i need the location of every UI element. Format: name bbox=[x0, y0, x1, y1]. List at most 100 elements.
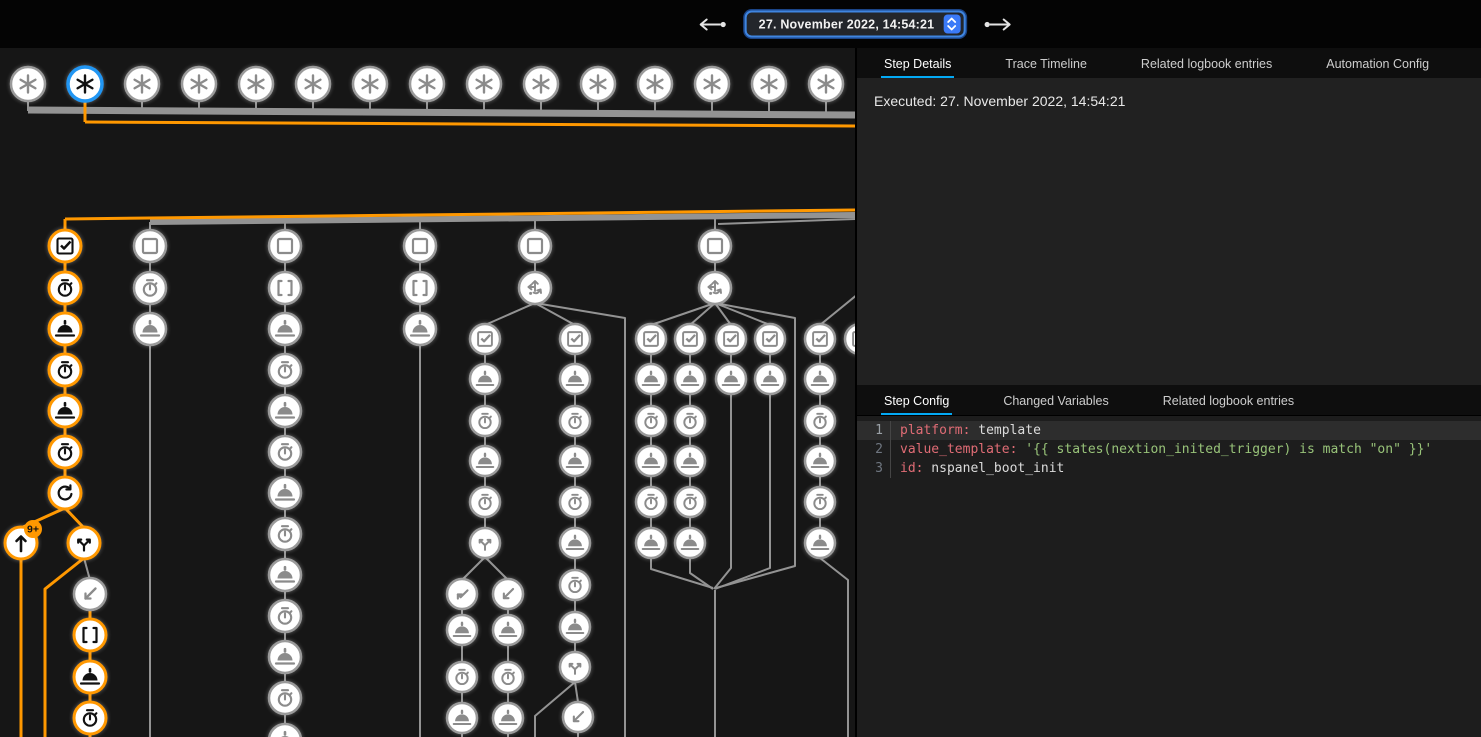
condition-node[interactable] bbox=[470, 324, 500, 354]
service-call-node[interactable] bbox=[134, 313, 166, 345]
service-call-node[interactable] bbox=[269, 724, 301, 737]
trigger-node[interactable] bbox=[296, 67, 330, 101]
condition-node[interactable] bbox=[716, 324, 746, 354]
service-call-node[interactable] bbox=[560, 612, 590, 642]
tab-blueprint-config[interactable]: Blueprint Config bbox=[1456, 48, 1481, 78]
service-call-node[interactable] bbox=[493, 615, 523, 645]
service-call-node[interactable] bbox=[675, 364, 705, 394]
service-call-node[interactable] bbox=[74, 661, 106, 693]
call-split-node[interactable] bbox=[68, 527, 100, 559]
trigger-node[interactable] bbox=[581, 67, 615, 101]
trigger-node[interactable] bbox=[410, 67, 444, 101]
step-config-editor[interactable]: 1platform: template2value_template: '{{ … bbox=[857, 415, 1481, 737]
delay-node[interactable] bbox=[49, 272, 81, 304]
tab-changed-variables[interactable]: Changed Variables bbox=[976, 385, 1135, 415]
service-call-node[interactable] bbox=[447, 703, 477, 733]
service-call-node[interactable] bbox=[805, 446, 835, 476]
delay-node[interactable] bbox=[805, 487, 835, 517]
service-call-node[interactable] bbox=[636, 364, 666, 394]
service-call-node[interactable] bbox=[560, 364, 590, 394]
trace-check-node[interactable] bbox=[447, 579, 477, 609]
service-call-node[interactable] bbox=[269, 313, 301, 345]
trigger-node[interactable] bbox=[638, 67, 672, 101]
tab-related-logbook-entries[interactable]: Related logbook entries bbox=[1136, 385, 1321, 415]
sequence-node[interactable] bbox=[269, 272, 301, 304]
sequence-node[interactable] bbox=[404, 272, 436, 304]
condition-node[interactable] bbox=[519, 230, 551, 262]
trace-return-node[interactable] bbox=[74, 578, 106, 610]
condition-node[interactable] bbox=[755, 324, 785, 354]
delay-node[interactable] bbox=[269, 436, 301, 468]
trigger-node[interactable] bbox=[467, 67, 501, 101]
delay-node[interactable] bbox=[269, 682, 301, 714]
choose-node[interactable] bbox=[699, 272, 731, 304]
trace-return-node[interactable] bbox=[563, 702, 593, 732]
trigger-node[interactable] bbox=[752, 67, 786, 101]
service-call-node[interactable] bbox=[636, 528, 666, 558]
service-call-node[interactable] bbox=[560, 446, 590, 476]
condition-node[interactable] bbox=[560, 324, 590, 354]
service-call-node[interactable] bbox=[447, 615, 477, 645]
service-call-node[interactable] bbox=[269, 641, 301, 673]
service-call-node[interactable] bbox=[560, 528, 590, 558]
delay-node[interactable] bbox=[447, 662, 477, 692]
delay-node[interactable] bbox=[560, 487, 590, 517]
delay-node[interactable] bbox=[269, 518, 301, 550]
service-call-node[interactable] bbox=[636, 446, 666, 476]
service-call-node[interactable] bbox=[470, 364, 500, 394]
trigger-node[interactable] bbox=[68, 67, 102, 101]
delay-node[interactable] bbox=[560, 570, 590, 600]
condition-node[interactable] bbox=[269, 230, 301, 262]
delay-node[interactable] bbox=[470, 487, 500, 517]
sequence-node[interactable] bbox=[74, 619, 106, 651]
call-split-node[interactable] bbox=[560, 652, 590, 682]
tab-related-logbook-entries[interactable]: Related logbook entries bbox=[1114, 48, 1299, 78]
tab-step-details[interactable]: Step Details bbox=[857, 48, 978, 78]
service-call-node[interactable] bbox=[49, 395, 81, 427]
delay-node[interactable] bbox=[493, 662, 523, 692]
delay-node[interactable] bbox=[49, 354, 81, 386]
delay-node[interactable] bbox=[636, 406, 666, 436]
tab-trace-timeline[interactable]: Trace Timeline bbox=[978, 48, 1114, 78]
delay-node[interactable] bbox=[636, 487, 666, 517]
tab-step-config[interactable]: Step Config bbox=[857, 385, 976, 415]
delay-node[interactable] bbox=[560, 406, 590, 436]
run-select[interactable]: 27. November 2022, 14:54:21 bbox=[745, 11, 966, 38]
service-call-node[interactable] bbox=[470, 446, 500, 476]
code-line[interactable]: 2value_template: '{{ states(nextion_init… bbox=[857, 440, 1481, 459]
condition-node[interactable] bbox=[675, 324, 705, 354]
delay-node[interactable] bbox=[269, 600, 301, 632]
choose-node[interactable] bbox=[519, 272, 551, 304]
condition-node[interactable] bbox=[845, 324, 855, 354]
delay-node[interactable] bbox=[805, 406, 835, 436]
condition-node[interactable] bbox=[134, 230, 166, 262]
trigger-node[interactable] bbox=[695, 67, 729, 101]
service-call-node[interactable] bbox=[805, 364, 835, 394]
trigger-node[interactable] bbox=[11, 67, 45, 101]
service-call-node[interactable] bbox=[269, 395, 301, 427]
delay-node[interactable] bbox=[134, 272, 166, 304]
trigger-node[interactable] bbox=[524, 67, 558, 101]
next-run-button[interactable] bbox=[980, 15, 1016, 33]
condition-node[interactable] bbox=[699, 230, 731, 262]
delay-node[interactable] bbox=[675, 406, 705, 436]
trigger-node[interactable] bbox=[182, 67, 216, 101]
trigger-node[interactable] bbox=[239, 67, 273, 101]
service-call-node[interactable] bbox=[805, 528, 835, 558]
previous-run-button[interactable] bbox=[694, 15, 730, 33]
service-call-node[interactable] bbox=[675, 446, 705, 476]
condition-node[interactable] bbox=[49, 230, 81, 262]
trace-return-node[interactable] bbox=[493, 579, 523, 609]
code-line[interactable]: 3id: nspanel_boot_init bbox=[857, 459, 1481, 478]
delay-node[interactable] bbox=[49, 436, 81, 468]
condition-node[interactable] bbox=[805, 324, 835, 354]
trigger-node[interactable] bbox=[809, 67, 843, 101]
delay-node[interactable] bbox=[74, 702, 106, 734]
service-call-node[interactable] bbox=[716, 364, 746, 394]
tab-automation-config[interactable]: Automation Config bbox=[1299, 48, 1456, 78]
trigger-node[interactable] bbox=[125, 67, 159, 101]
service-call-node[interactable] bbox=[269, 559, 301, 591]
service-call-node[interactable] bbox=[755, 364, 785, 394]
condition-node[interactable] bbox=[404, 230, 436, 262]
delay-node[interactable] bbox=[675, 487, 705, 517]
